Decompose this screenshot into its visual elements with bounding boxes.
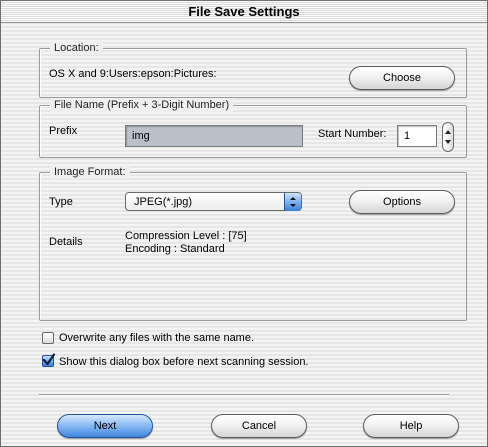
- show-dialog-label[interactable]: Show this dialog box before next scannin…: [59, 356, 309, 368]
- start-number-stepper[interactable]: [442, 122, 454, 152]
- options-button-label: Options: [383, 196, 421, 208]
- location-legend: Location:: [50, 41, 103, 55]
- prefix-label: Prefix: [49, 125, 78, 137]
- choose-button-label: Choose: [383, 72, 421, 84]
- file-save-settings-dialog: File Save Settings Location: OS X and 9:…: [0, 0, 488, 447]
- choose-button[interactable]: Choose: [349, 66, 455, 90]
- footer-separator: [39, 394, 449, 396]
- next-button[interactable]: Next: [57, 414, 153, 438]
- type-label: Type: [49, 196, 73, 208]
- filename-legend: File Name (Prefix + 3-Digit Number): [50, 98, 234, 112]
- options-button[interactable]: Options: [349, 190, 455, 214]
- checkmark-icon: [42, 353, 56, 366]
- type-value: JPEG(*.jpg): [134, 196, 193, 208]
- overwrite-label[interactable]: Overwrite any files with the same name.: [59, 332, 254, 344]
- location-path: OS X and 9:Users:epson:Pictures:: [49, 68, 217, 80]
- popup-arrows-icon: [284, 193, 301, 211]
- start-number-value: 1: [404, 130, 411, 142]
- prefix-input[interactable]: img: [125, 125, 303, 147]
- type-select[interactable]: JPEG(*.jpg): [125, 192, 302, 211]
- start-number-label: Start Number:: [318, 128, 387, 140]
- encoding-text: Encoding : Standard: [125, 243, 225, 255]
- image-format-legend: Image Format:: [50, 165, 130, 179]
- cancel-button[interactable]: Cancel: [211, 414, 307, 438]
- title-bar[interactable]: File Save Settings: [1, 1, 487, 23]
- start-number-input[interactable]: 1: [397, 125, 437, 147]
- help-button-label: Help: [399, 420, 423, 432]
- details-label: Details: [49, 236, 83, 248]
- show-dialog-checkbox[interactable]: [42, 353, 56, 367]
- compression-level-text: Compression Level : [75]: [125, 230, 247, 242]
- cancel-button-label: Cancel: [241, 420, 277, 432]
- help-button[interactable]: Help: [363, 414, 459, 438]
- window-title: File Save Settings: [188, 4, 300, 19]
- stepper-arrows-icon: [445, 130, 451, 144]
- next-button-label: Next: [93, 420, 117, 432]
- prefix-value: img: [132, 130, 150, 142]
- overwrite-checkbox[interactable]: [42, 332, 54, 344]
